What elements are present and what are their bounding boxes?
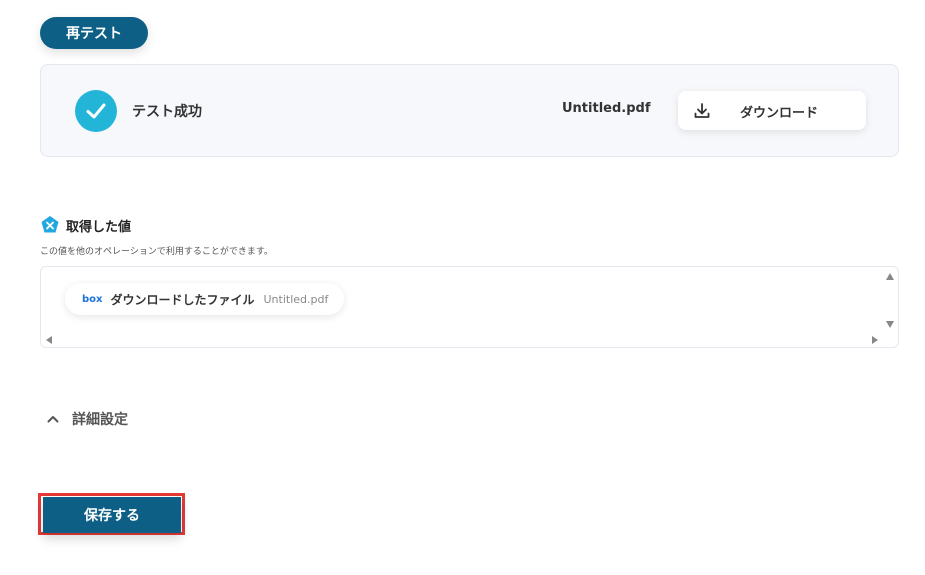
- advanced-settings-label: 詳細設定: [72, 412, 128, 428]
- acquired-values-title: 取得した値: [66, 219, 132, 235]
- value-chip[interactable]: box ダウンロードしたファイル Untitled.pdf: [65, 283, 344, 315]
- scroll-left-arrow[interactable]: [46, 336, 52, 344]
- acquired-values-box[interactable]: box ダウンロードしたファイル Untitled.pdf: [40, 266, 899, 348]
- scroll-up-arrow[interactable]: [886, 273, 894, 280]
- retest-button[interactable]: 再テスト: [40, 17, 148, 49]
- download-button[interactable]: ダウンロード: [678, 91, 866, 130]
- scroll-down-arrow[interactable]: [886, 321, 894, 328]
- advanced-settings-toggle[interactable]: 詳細設定: [46, 409, 128, 429]
- page: 再テスト テスト成功 Untitled.pdf ダウンロード 取得した値 この値…: [0, 0, 925, 575]
- chevron-up-icon: [47, 416, 59, 423]
- download-label: ダウンロード: [740, 106, 819, 121]
- test-status-text: テスト成功: [132, 104, 202, 120]
- value-chip-label: ダウンロードしたファイル: [110, 292, 255, 307]
- retest-label: 再テスト: [66, 26, 122, 42]
- test-result-card: テスト成功 Untitled.pdf ダウンロード: [40, 64, 899, 157]
- value-chip-value: Untitled.pdf: [263, 292, 329, 306]
- check-icon: [75, 90, 117, 132]
- acquired-values-header: 取得した値: [40, 215, 131, 235]
- result-file-name: Untitled.pdf: [562, 101, 651, 116]
- acquired-values-description: この値を他のオペレーションで利用することができます。: [40, 247, 273, 257]
- yoom-badge-icon: [41, 216, 59, 233]
- scroll-right-arrow[interactable]: [872, 336, 878, 344]
- save-button[interactable]: 保存する: [43, 497, 181, 533]
- save-label: 保存する: [84, 508, 140, 524]
- box-logo-icon: box: [82, 293, 103, 305]
- download-icon: [694, 103, 710, 118]
